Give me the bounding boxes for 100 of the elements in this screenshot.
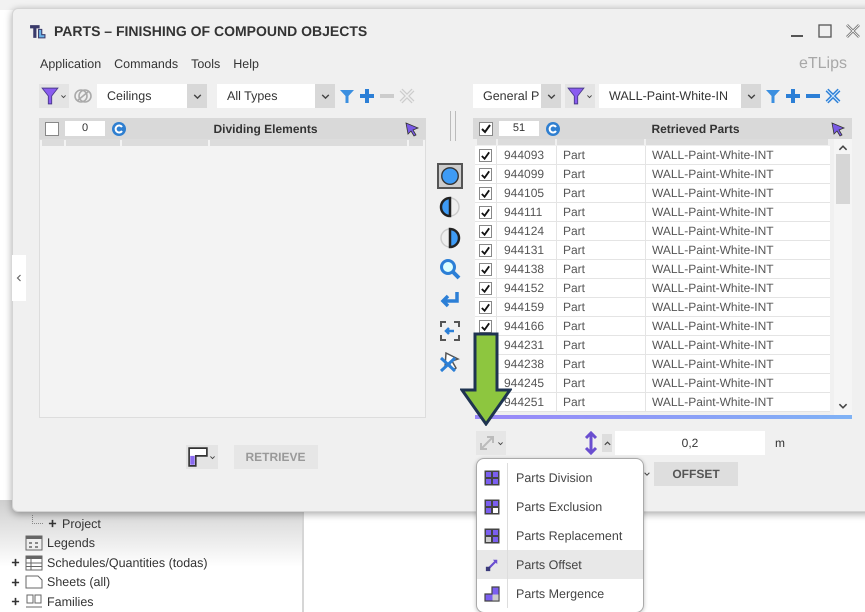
table-icon [25, 554, 43, 571]
table-cell-text: WALL-Paint-White-INT [651, 147, 775, 164]
value-dropdown[interactable]: WALL-Paint-White-IN [599, 84, 761, 108]
search-button[interactable] [437, 256, 463, 282]
menu-item[interactable]: Application [40, 57, 102, 71]
cursor-icon[interactable] [404, 120, 420, 136]
steps-icon [484, 586, 500, 602]
table-cell: 944152 [497, 279, 557, 297]
menu-item[interactable]: Tools [191, 57, 220, 71]
table-cell: Part [557, 317, 646, 335]
table-cell-text: WALL-Paint-White-INT [651, 375, 775, 392]
table-cell: Part [557, 165, 646, 183]
row-checkbox[interactable] [479, 320, 492, 332]
select-all-checkbox[interactable] [479, 122, 493, 136]
table-cell: 944124 [497, 222, 557, 240]
type-dropdown[interactable]: All Types [217, 84, 335, 108]
maximize-button[interactable] [817, 23, 833, 39]
tree-item[interactable]: Sheets (all) [47, 575, 110, 590]
select-all-checkbox[interactable] [45, 122, 59, 136]
caret-icon[interactable] [586, 92, 593, 100]
row-checkbox[interactable] [479, 224, 492, 238]
circle-button[interactable] [437, 163, 463, 189]
add-icon[interactable] [359, 88, 375, 104]
row-checkbox[interactable] [479, 168, 492, 180]
parameter-dropdown[interactable]: General P [473, 84, 561, 108]
category-dropdown[interactable]: Ceilings [97, 84, 207, 108]
table-cell: Part [557, 336, 646, 354]
filter-dropdown-button[interactable] [39, 84, 69, 108]
diagonal-arrow-icon [485, 558, 499, 572]
table-cell: Part [557, 298, 646, 316]
focus-button[interactable] [437, 318, 463, 344]
row-checkbox[interactable] [479, 300, 492, 314]
table-cell: Part [557, 260, 646, 278]
row-checkbox[interactable] [479, 244, 492, 256]
tree-item[interactable]: Schedules/Quantities (todas) [47, 556, 208, 570]
row-checkbox[interactable] [479, 282, 492, 294]
table-cell-text: WALL-Paint-White-INT [651, 204, 775, 221]
expand-icon[interactable] [11, 597, 20, 606]
table-cell: Part [557, 184, 646, 202]
table-cell-text: WALL-Paint-White-INT [651, 185, 775, 202]
filter-icon[interactable] [339, 88, 355, 104]
menu-item[interactable]: Commands [114, 57, 178, 71]
expand-icon[interactable] [11, 578, 20, 587]
table-cell: 944131 [497, 241, 557, 259]
filter-icon [41, 87, 59, 105]
offset-input[interactable]: 0,2 [615, 431, 765, 455]
shape-dropdown-button[interactable] [186, 445, 218, 469]
cursor-icon[interactable] [830, 120, 846, 136]
close-button[interactable] [845, 23, 861, 39]
tree-item[interactable]: Project [62, 516, 101, 531]
refresh-icon[interactable] [111, 120, 127, 136]
caret-icon[interactable] [208, 454, 216, 460]
table-cell-text: WALL-Paint-White-INT [651, 223, 775, 240]
refresh-icon[interactable] [545, 120, 561, 136]
grid-icon [484, 470, 500, 486]
splitter-handle[interactable] [450, 111, 456, 141]
expand-icon[interactable] [11, 558, 20, 568]
caret-icon[interactable] [60, 92, 67, 100]
menu-item[interactable]: Help [233, 57, 259, 71]
table-cell: 944105 [497, 184, 557, 202]
menu-item[interactable]: Parts Division [477, 463, 643, 492]
brand-logo: eTLips [798, 55, 847, 73]
scrollbar[interactable] [834, 139, 852, 415]
table-cell: Part [557, 241, 646, 259]
menu-item[interactable]: Parts Mergence [477, 579, 643, 608]
table-cell: Part [557, 355, 646, 373]
row-checkbox[interactable] [479, 206, 492, 218]
grid-icon [484, 498, 500, 514]
filter-dropdown-button[interactable] [565, 84, 595, 108]
table-cell: 944093 [497, 146, 557, 164]
clear-icon[interactable] [825, 88, 841, 104]
menu-item[interactable]: Parts Exclusion [477, 492, 643, 521]
add-icon[interactable] [785, 88, 801, 104]
table-cell-text: WALL-Paint-White-INT [651, 166, 775, 183]
offset-button[interactable]: OFFSET [654, 462, 738, 486]
window-title: PARTS – FINISHING OF COMPOUND OBJECTS [54, 23, 368, 39]
scrollbar-thumb[interactable] [836, 154, 850, 204]
table-cell: Part [557, 222, 646, 240]
table-cell-text: WALL-Paint-White-INT [651, 242, 775, 259]
vertical-arrows-icon[interactable] [584, 431, 598, 455]
app-logo-icon [29, 22, 46, 40]
tree-line [32, 515, 43, 524]
filter-icon[interactable] [765, 88, 781, 104]
caret-icon[interactable] [497, 440, 504, 446]
table-cell: 944099 [497, 165, 557, 183]
table-cell-text: WALL-Paint-White-INT [651, 394, 775, 411]
diagonal-arrow-icon [478, 434, 496, 452]
spin-up-icon[interactable] [602, 438, 612, 448]
menu-item[interactable]: Parts Offset [477, 550, 643, 579]
row-checkbox[interactable] [479, 186, 492, 200]
row-checkbox[interactable] [479, 262, 492, 276]
row-checkbox[interactable] [479, 148, 492, 162]
expand-icon[interactable] [48, 519, 57, 528]
caret-icon[interactable] [643, 470, 651, 478]
panel-title: Dividing Elements [212, 122, 319, 136]
table-cell: Part [557, 146, 646, 164]
tree-item[interactable]: Families [47, 594, 94, 609]
count-field: 0 [65, 121, 105, 136]
count-field: 51 [499, 121, 539, 136]
tree-item[interactable]: Legends [47, 536, 95, 550]
